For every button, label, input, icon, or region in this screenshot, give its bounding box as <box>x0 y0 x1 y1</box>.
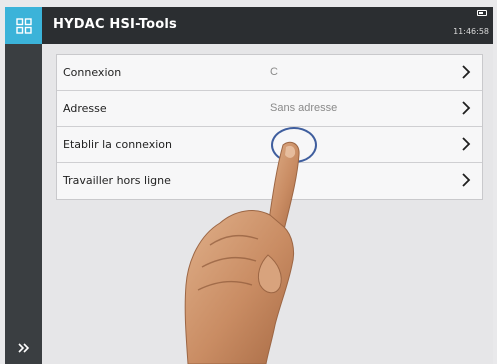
expand-sidebar-button[interactable] <box>5 336 42 360</box>
row-value: C <box>270 66 278 78</box>
battery-icon <box>477 10 487 16</box>
row-value: Sans adresse <box>270 102 338 114</box>
app-header: HYDAC HSI-Tools 11:46:58 <box>42 7 493 44</box>
row-label: Adresse <box>63 102 107 115</box>
sidebar <box>5 7 42 364</box>
chevron-right-icon <box>462 65 471 79</box>
pointing-hand-icon <box>184 141 300 364</box>
main-menu-button[interactable] <box>5 7 42 44</box>
clock: 11:46:58 <box>453 27 489 36</box>
row-label: Travailler hors ligne <box>63 174 171 187</box>
row-label: Etablir la connexion <box>63 138 172 151</box>
device-screen: HYDAC HSI-Tools 11:46:58 Connexion C Adr… <box>0 0 497 364</box>
chevron-right-icon <box>462 137 471 151</box>
grid-icon <box>15 17 32 34</box>
app-title: HYDAC HSI-Tools <box>53 17 177 32</box>
row-label: Connexion <box>63 66 122 79</box>
menu-row-adresse[interactable]: Adresse Sans adresse <box>57 91 482 127</box>
chevron-right-icon <box>462 101 471 115</box>
double-chevron-right-icon <box>17 343 29 353</box>
menu-row-connexion[interactable]: Connexion C <box>57 55 482 91</box>
chevron-right-icon <box>462 173 471 187</box>
